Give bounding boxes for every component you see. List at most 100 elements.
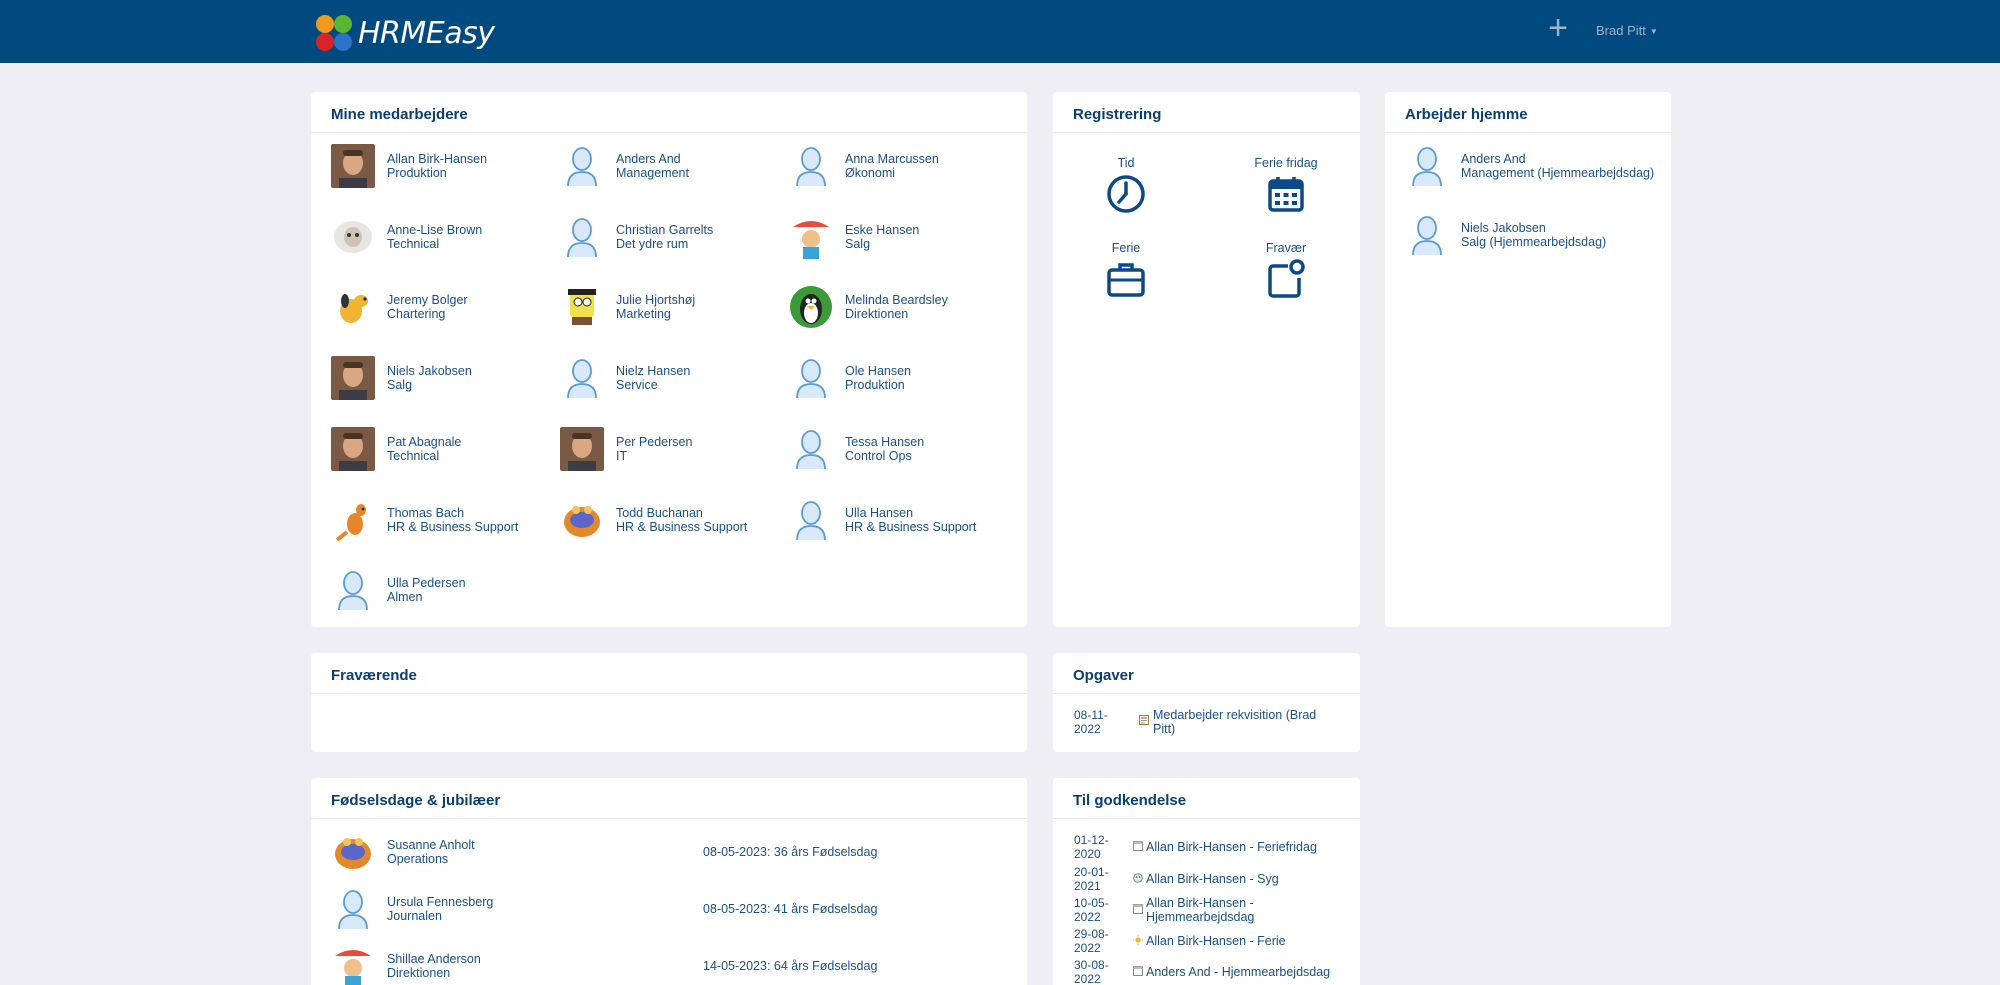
register-time-button[interactable]: Tid <box>1076 156 1176 214</box>
avatar <box>331 944 375 985</box>
employee-name: Shillae Anderson <box>387 952 481 966</box>
logo-icon <box>314 13 354 53</box>
divider <box>1053 132 1360 133</box>
employee-department: Control Ops <box>845 448 912 463</box>
employee-card[interactable]: Ulla Pedersen Almen <box>331 566 551 614</box>
reg-label: Ferie <box>1111 241 1141 255</box>
employee-department: HR & Business Support <box>616 519 748 534</box>
plus-icon[interactable]: + <box>1545 11 1571 45</box>
calendar-small-icon <box>1133 964 1143 976</box>
avatar <box>789 356 833 400</box>
approval-link[interactable]: Allan Birk-Hansen - Feriefridag <box>1146 840 1346 854</box>
employee-card[interactable]: Melinda Beardsley Direktionen <box>789 283 1009 331</box>
employee-info: Eske Hansen Salg <box>845 223 919 251</box>
absent-panel: Fraværende <box>311 653 1027 752</box>
form-icon <box>1139 715 1149 725</box>
employee-department: Almen <box>387 590 423 605</box>
panel-title: Fødselsdage & jubilæer <box>331 792 501 809</box>
employee-info: Jeremy Bolger Chartering <box>387 293 468 321</box>
approval-link[interactable]: Anders And - Hjemmearbejdsdag <box>1146 965 1346 979</box>
employee-name: Ulla Hansen <box>845 505 914 520</box>
employee-info: Ulla Pedersen Almen <box>387 576 466 604</box>
employee-card[interactable]: Jeremy Bolger Chartering <box>331 283 551 331</box>
employee-info: Todd Buchanan HR & Business Support <box>616 506 747 534</box>
employee-card[interactable]: Anders And Management <box>560 142 780 190</box>
home-worker-card[interactable]: Anders And Management (Hjemmearbejdsdag) <box>1405 142 1654 190</box>
employee-department: HR & Business Support <box>845 519 977 534</box>
employee-name: Anna Marcussen <box>845 152 939 166</box>
employee-card[interactable]: Niels Jakobsen Salg <box>331 354 551 402</box>
avatar <box>331 568 375 612</box>
employee-department: Økonomi <box>845 166 896 180</box>
avatar <box>331 285 375 330</box>
task-link[interactable]: Medarbejder rekvisition (Brad Pitt) <box>1153 708 1343 736</box>
employee-info: Niels Jakobsen Salg (Hjemmearbejdsdag) <box>1461 221 1606 249</box>
employee-info: Anders And Management <box>616 152 689 180</box>
employee-card[interactable]: Pat Abagnale Technical <box>331 425 551 473</box>
employee-info: Nielz Hansen Service <box>616 364 690 392</box>
approval-link[interactable]: Allan Birk-Hansen - Syg <box>1146 872 1346 886</box>
employee-info: Niels Jakobsen Salg <box>387 364 472 392</box>
employee-department: Det ydre rum <box>616 236 689 251</box>
employee-department: HR & Business Support <box>387 519 519 534</box>
employee-card[interactable]: Christian Garrelts Det ydre rum <box>560 213 780 261</box>
register-vacation-button[interactable]: Ferie <box>1076 241 1176 299</box>
birthday-event: 08-05-2023: 41 års Fødselsdag <box>703 902 878 916</box>
avatar <box>1405 144 1449 188</box>
employee-card[interactable]: Anne-Lise Brown Technical <box>331 213 551 261</box>
birthday-card[interactable]: Ursula Fennesberg Journalen <box>331 885 551 933</box>
employee-info: Per Pedersen IT <box>616 435 692 463</box>
employee-info: Shillae Anderson Direktionen <box>387 952 481 980</box>
employee-card[interactable]: Ole Hansen Produktion <box>789 354 1009 402</box>
approval-link[interactable]: Allan Birk-Hansen - Hjemmearbejdsdag <box>1146 896 1346 924</box>
approval-date: 30-08- 2022 <box>1074 958 1109 985</box>
employee-info: Tessa Hansen Control Ops <box>845 435 924 463</box>
employee-name: Pat Abagnale <box>387 434 462 449</box>
top-bar: HRMEasy + Brad Pitt ▼ <box>0 0 2000 63</box>
employee-card[interactable]: Per Pedersen IT <box>560 425 780 473</box>
employee-name: Todd Buchanan <box>616 505 703 520</box>
reg-label: Fravær <box>1265 241 1307 255</box>
register-absence-button[interactable]: Fravær <box>1236 241 1336 299</box>
employee-name: Niels Jakobsen <box>1461 221 1546 235</box>
employee-card[interactable]: Allan Birk-Hansen Produktion <box>331 142 551 190</box>
birthday-card[interactable]: Susanne Anholt Operations <box>331 828 551 876</box>
calendar-small-icon <box>1133 839 1143 851</box>
avatar <box>331 214 375 259</box>
app-logo[interactable]: HRMEasy <box>314 10 495 56</box>
panel-title: Arbejder hjemme <box>1405 106 1528 123</box>
employee-department: Chartering <box>387 307 446 322</box>
employee-department: Technical <box>387 448 440 463</box>
employee-card[interactable]: Julie Hjortshøj Marketing <box>560 283 780 331</box>
avatar <box>560 426 604 471</box>
employee-card[interactable]: Thomas Bach HR & Business Support <box>331 496 551 544</box>
employee-name: Susanne Anholt <box>387 838 475 852</box>
employee-card[interactable]: Anna Marcussen Økonomi <box>789 142 1009 190</box>
divider <box>311 132 1027 133</box>
employee-card[interactable]: Ulla Hansen HR & Business Support <box>789 496 1009 544</box>
employee-card[interactable]: Tessa Hansen Control Ops <box>789 425 1009 473</box>
employee-department: Marketing <box>616 307 671 322</box>
employee-card[interactable]: Eske Hansen Salg <box>789 213 1009 261</box>
register-vacation-day-button[interactable]: Ferie fridag <box>1236 156 1336 214</box>
approval-link[interactable]: Allan Birk-Hansen - Ferie <box>1146 934 1346 948</box>
tasks-panel: Opgaver 08-11- 2022 Medarbejder rekvisiti… <box>1053 653 1360 752</box>
home-worker-card[interactable]: Niels Jakobsen Salg (Hjemmearbejdsdag) <box>1405 211 1625 259</box>
avatar <box>331 356 375 401</box>
app-name: HRMEasy <box>358 15 495 51</box>
avatar <box>789 498 833 542</box>
employee-name: Melinda Beardsley <box>845 293 948 308</box>
approval-panel: Til godkendelse 01-12- 2020 Allan Birk-Han… <box>1053 778 1360 985</box>
employee-card[interactable]: Todd Buchanan HR & Business Support <box>560 496 780 544</box>
avatar <box>331 426 375 471</box>
user-menu[interactable]: Brad Pitt ▼ <box>1596 23 1658 38</box>
employee-card[interactable]: Nielz Hansen Service <box>560 354 780 402</box>
employee-info: Anne-Lise Brown Technical <box>387 223 482 251</box>
employee-department: Management (Hjemmearbejdsdag) <box>1461 166 1655 180</box>
calendar-small-icon <box>1133 902 1143 914</box>
birthday-card[interactable]: Shillae Anderson Direktionen <box>331 942 551 985</box>
employee-name: Christian Garrelts <box>616 222 714 237</box>
employee-name: Ursula Fennesberg <box>387 895 494 909</box>
panel-title: Mine medarbejdere <box>331 106 468 123</box>
approval-date: 29-08- 2022 <box>1074 927 1109 955</box>
